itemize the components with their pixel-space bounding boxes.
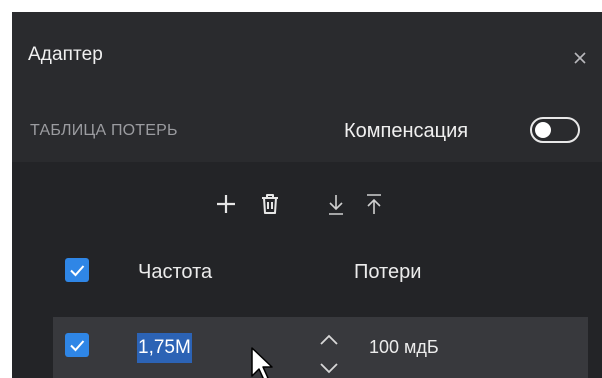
loss-value[interactable]: 100 мдБ xyxy=(369,337,439,358)
checkmark-icon xyxy=(70,340,85,352)
select-all-checkbox[interactable] xyxy=(65,258,89,282)
compensation-label: Компенсация xyxy=(344,120,469,142)
loss-table-label: ТАБЛИЦА ПОТЕРЬ xyxy=(30,122,178,139)
delete-row-button[interactable] xyxy=(256,190,284,218)
trash-icon xyxy=(262,194,278,214)
column-header-frequency[interactable]: Частота xyxy=(138,261,212,284)
add-row-button[interactable] xyxy=(212,190,240,218)
move-up-button[interactable] xyxy=(360,190,388,218)
stepper-down-button[interactable] xyxy=(315,358,343,378)
column-header-loss[interactable]: Потери xyxy=(354,261,421,284)
add-icon xyxy=(217,195,235,213)
compensation-toggle[interactable] xyxy=(530,117,580,143)
frequency-input[interactable]: 1,75M xyxy=(137,333,337,363)
chevron-up-icon xyxy=(320,334,338,345)
loss-table-section-header: ТАБЛИЦА ПОТЕРЬ Компенсация xyxy=(12,102,602,162)
stepper-up-button[interactable] xyxy=(315,330,343,350)
dialog-header: Адаптер xyxy=(12,12,602,102)
upload-icon xyxy=(367,194,381,214)
checkmark-icon xyxy=(70,265,85,277)
chevron-down-icon xyxy=(320,363,338,374)
move-down-button[interactable] xyxy=(322,190,350,218)
dialog-title: Адаптер xyxy=(28,44,103,65)
adapter-dialog: Адаптер ТАБЛИЦА ПОТЕРЬ Компенсация Часто… xyxy=(12,12,602,378)
close-icon xyxy=(574,52,586,64)
mouse-pointer-icon xyxy=(251,347,273,378)
toggle-knob xyxy=(535,122,551,138)
frequency-stepper[interactable] xyxy=(315,330,343,378)
download-icon xyxy=(329,195,343,215)
row-checkbox[interactable] xyxy=(65,333,89,357)
close-button[interactable] xyxy=(570,48,590,68)
frequency-value: 1,75M xyxy=(137,333,192,363)
